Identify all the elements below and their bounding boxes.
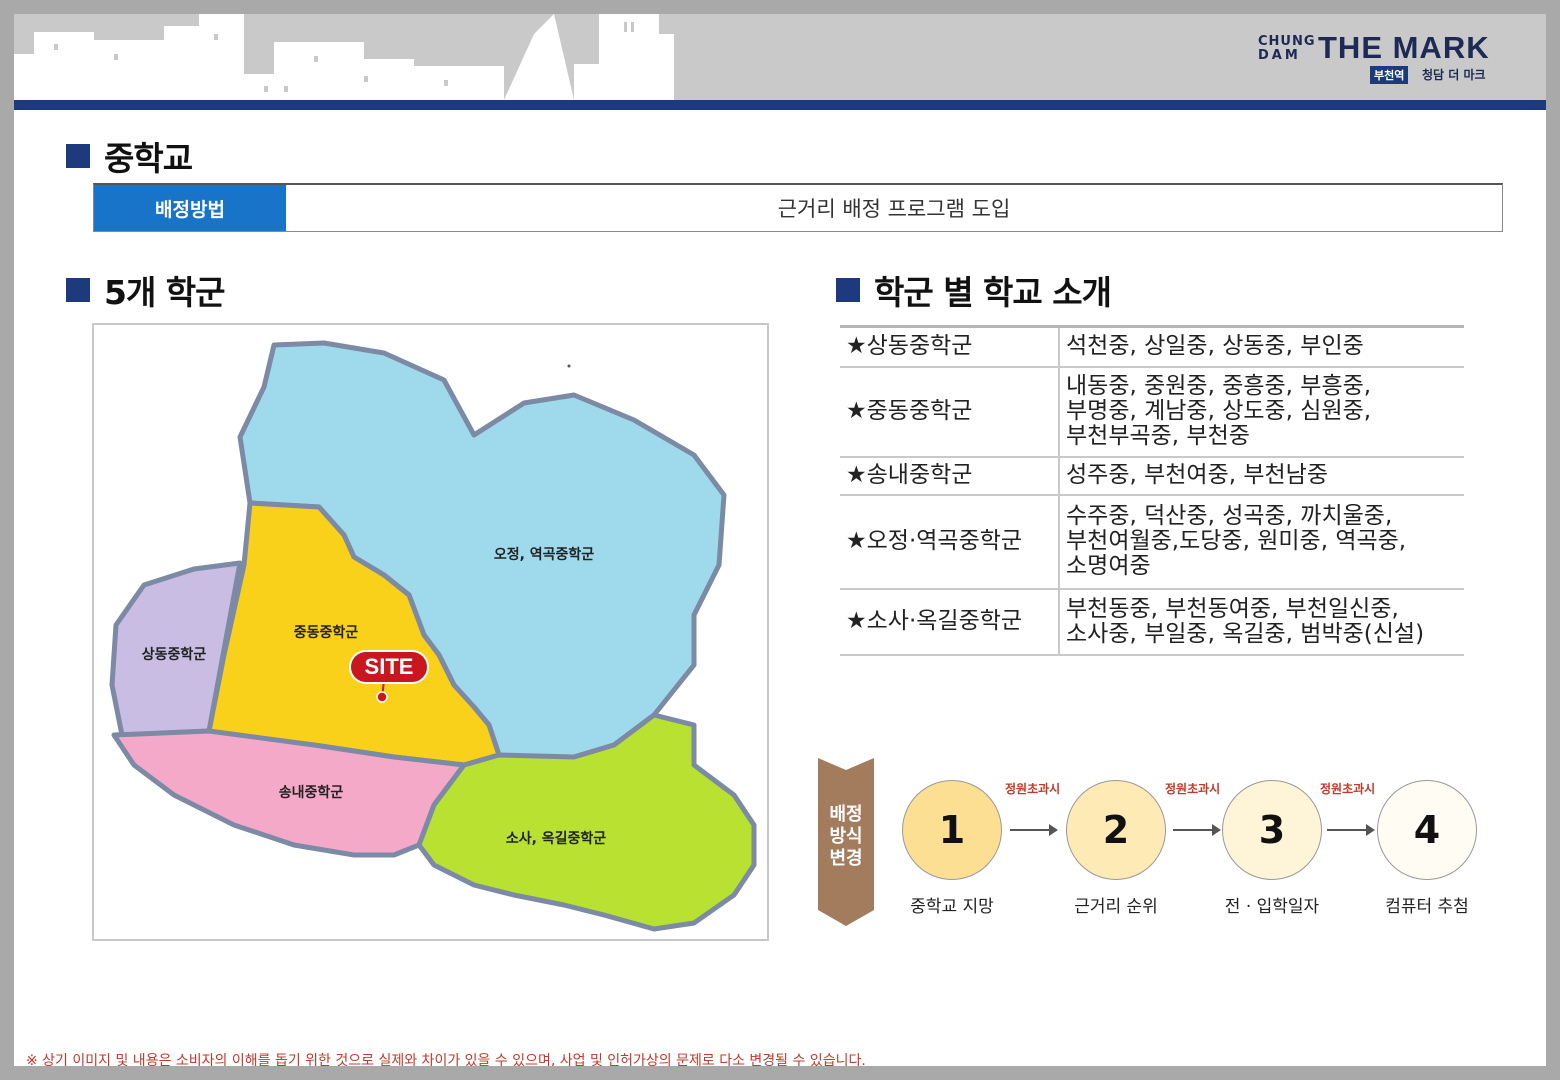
flow-label-line: 방식 (829, 826, 863, 847)
school-line: 성주중, 부천여중, 부천남중 (1066, 462, 1329, 488)
step-caption: 근거리 순위 (1074, 897, 1158, 917)
district-schools: 부천동중, 부천동여중, 부천일신중, 소사중, 부일중, 옥길중, 범박중(신… (1059, 587, 1464, 656)
table-row: ★중동중학군 내동중, 중원중, 중흥중, 부흥중, 부명중, 계남중, 상도중… (840, 365, 1464, 458)
school-district-map: 오정, 역곡중학군 중동중학군 상동중학군 송내중학군 소사, 옥길중학군 SI… (92, 323, 769, 941)
step-circle: 4 (1377, 780, 1477, 880)
school-line: 수주중, 덕산중, 성곡중, 까치울중, (1066, 503, 1393, 529)
header: CHUNG DAM THE MARK 부천역 청담 더 마크 (14, 14, 1546, 100)
school-line: 내동중, 중원중, 중흥중, 부흥중, (1066, 373, 1372, 399)
over-capacity-note: 정원초과시 (1005, 782, 1061, 796)
section-intro-title: 학군 별 학교 소개 (836, 266, 1112, 314)
section-title-text: 학군 별 학교 소개 (874, 273, 1112, 312)
step-caption: 전 · 입학일자 (1224, 897, 1320, 917)
assignment-method-label: 배정방법 (94, 185, 286, 231)
flow-label-line: 변경 (829, 848, 863, 869)
section-title-text: 중학교 (104, 139, 193, 178)
header-divider (14, 100, 1546, 110)
flow-label-banner: 배정 방식 변경 (818, 758, 874, 926)
district-schools-table: ★상동중학군 석천중, 상일중, 상동중, 부인중 ★중동중학군 내동중, 중원… (840, 325, 1464, 656)
school-line: 소명여중 (1066, 553, 1151, 579)
map-label-ojeong: 오정, 역곡중학군 (494, 546, 594, 563)
city-skyline-illustration (14, 14, 674, 100)
school-line: 부천여월중,도당중, 원미중, 역곡중, (1066, 528, 1407, 554)
logo-station-badge: 부천역 (1370, 66, 1409, 84)
section-title-text: 5개 학군 (104, 273, 226, 312)
table-row: ★오정·역곡중학군 수주중, 덕산중, 성곡중, 까치울중, 부천여월중,도당중… (840, 493, 1464, 590)
map-label-jungdong: 중동중학군 (294, 625, 359, 641)
assignment-method-box: 배정방법 근거리 배정 프로그램 도입 (93, 183, 1503, 232)
district-name: ★오정·역곡중학군 (840, 493, 1060, 590)
flow-step-1: 1 중학교 지망 (902, 780, 1002, 917)
map-label-sangdong: 상동중학군 (142, 647, 207, 663)
logo-chung: CHUNG (1258, 34, 1316, 49)
step-caption: 중학교 지망 (910, 897, 994, 917)
district-schools: 내동중, 중원중, 중흥중, 부흥중, 부명중, 계남중, 상도중, 심원중, … (1059, 365, 1464, 458)
logo-brand-korean: 청담 더 마크 (1422, 68, 1486, 82)
district-schools: 석천중, 상일중, 상동중, 부인중 (1059, 325, 1464, 368)
district-name: ★송내중학군 (840, 455, 1060, 496)
arrow-right-icon (1173, 824, 1221, 836)
disclaimer-footnote: ※ 상기 이미지 및 내용은 소비자의 이해를 돕기 위한 것으로 실제와 차이… (26, 1053, 866, 1066)
school-line: 소사중, 부일중, 옥길중, 범박중(신설) (1066, 620, 1425, 647)
map-label-songnae: 송내중학군 (279, 785, 344, 801)
arrow-right-icon (1010, 824, 1058, 836)
flow-step-3: 3 전 · 입학일자 (1222, 780, 1322, 917)
district-map-svg: 오정, 역곡중학군 중동중학군 상동중학군 송내중학군 소사, 옥길중학군 SI… (109, 340, 757, 932)
bullet-square-icon (66, 144, 90, 168)
flow-label-text: 배정 방식 변경 (818, 804, 874, 870)
assignment-flow: 배정 방식 변경 1 중학교 지망 정원초과시 2 근거리 순위 정원초과시 3… (818, 758, 1498, 948)
flow-step-2: 2 근거리 순위 (1066, 780, 1166, 917)
flow-label-line: 배정 (829, 804, 863, 825)
school-line: 부천동중, 부천동여중, 부천일신중, (1066, 595, 1399, 622)
logo-dam: DAM (1258, 48, 1301, 63)
logo-the-mark: THE MARK (1318, 30, 1490, 65)
table-row: ★상동중학군 석천중, 상일중, 상동중, 부인중 (840, 325, 1464, 368)
step-circle: 1 (902, 780, 1002, 880)
table-row: ★소사·옥길중학군 부천동중, 부천동여중, 부천일신중, 소사중, 부일중, … (840, 587, 1464, 656)
site-label: SITE (365, 654, 414, 679)
step-circle: 2 (1066, 780, 1166, 880)
page: CHUNG DAM THE MARK 부천역 청담 더 마크 중학교 배정방법 … (14, 14, 1546, 1066)
district-name: ★상동중학군 (840, 325, 1060, 368)
district-schools: 성주중, 부천여중, 부천남중 (1059, 455, 1464, 496)
flow-step-4: 4 컴퓨터 추첨 (1377, 780, 1477, 917)
map-dot (567, 364, 571, 368)
map-label-sosa: 소사, 옥길중학군 (506, 831, 606, 847)
step-caption: 컴퓨터 추첨 (1385, 897, 1469, 917)
district-schools: 수주중, 덕산중, 성곡중, 까치울중, 부천여월중,도당중, 원미중, 역곡중… (1059, 493, 1464, 590)
district-name: ★중동중학군 (840, 365, 1060, 458)
section-districts-title: 5개 학군 (66, 266, 226, 314)
bullet-square-icon (66, 278, 90, 302)
school-line: 부명중, 계남중, 상도중, 심원중, (1066, 398, 1372, 424)
over-capacity-note: 정원초과시 (1320, 782, 1376, 796)
section-middle-school-title: 중학교 (66, 132, 193, 180)
school-line: 부천부곡중, 부천중 (1066, 423, 1250, 449)
district-name: ★소사·옥길중학군 (840, 587, 1060, 656)
school-line: 석천중, 상일중, 상동중, 부인중 (1066, 333, 1364, 360)
assignment-method-value: 근거리 배정 프로그램 도입 (777, 197, 1011, 221)
bullet-square-icon (836, 278, 860, 302)
over-capacity-note: 정원초과시 (1165, 782, 1221, 796)
step-circle: 3 (1222, 780, 1322, 880)
brand-logo: CHUNG DAM THE MARK 부천역 청담 더 마크 (1258, 30, 1498, 86)
table-row: ★송내중학군 성주중, 부천여중, 부천남중 (840, 455, 1464, 496)
arrow-right-icon (1327, 824, 1375, 836)
